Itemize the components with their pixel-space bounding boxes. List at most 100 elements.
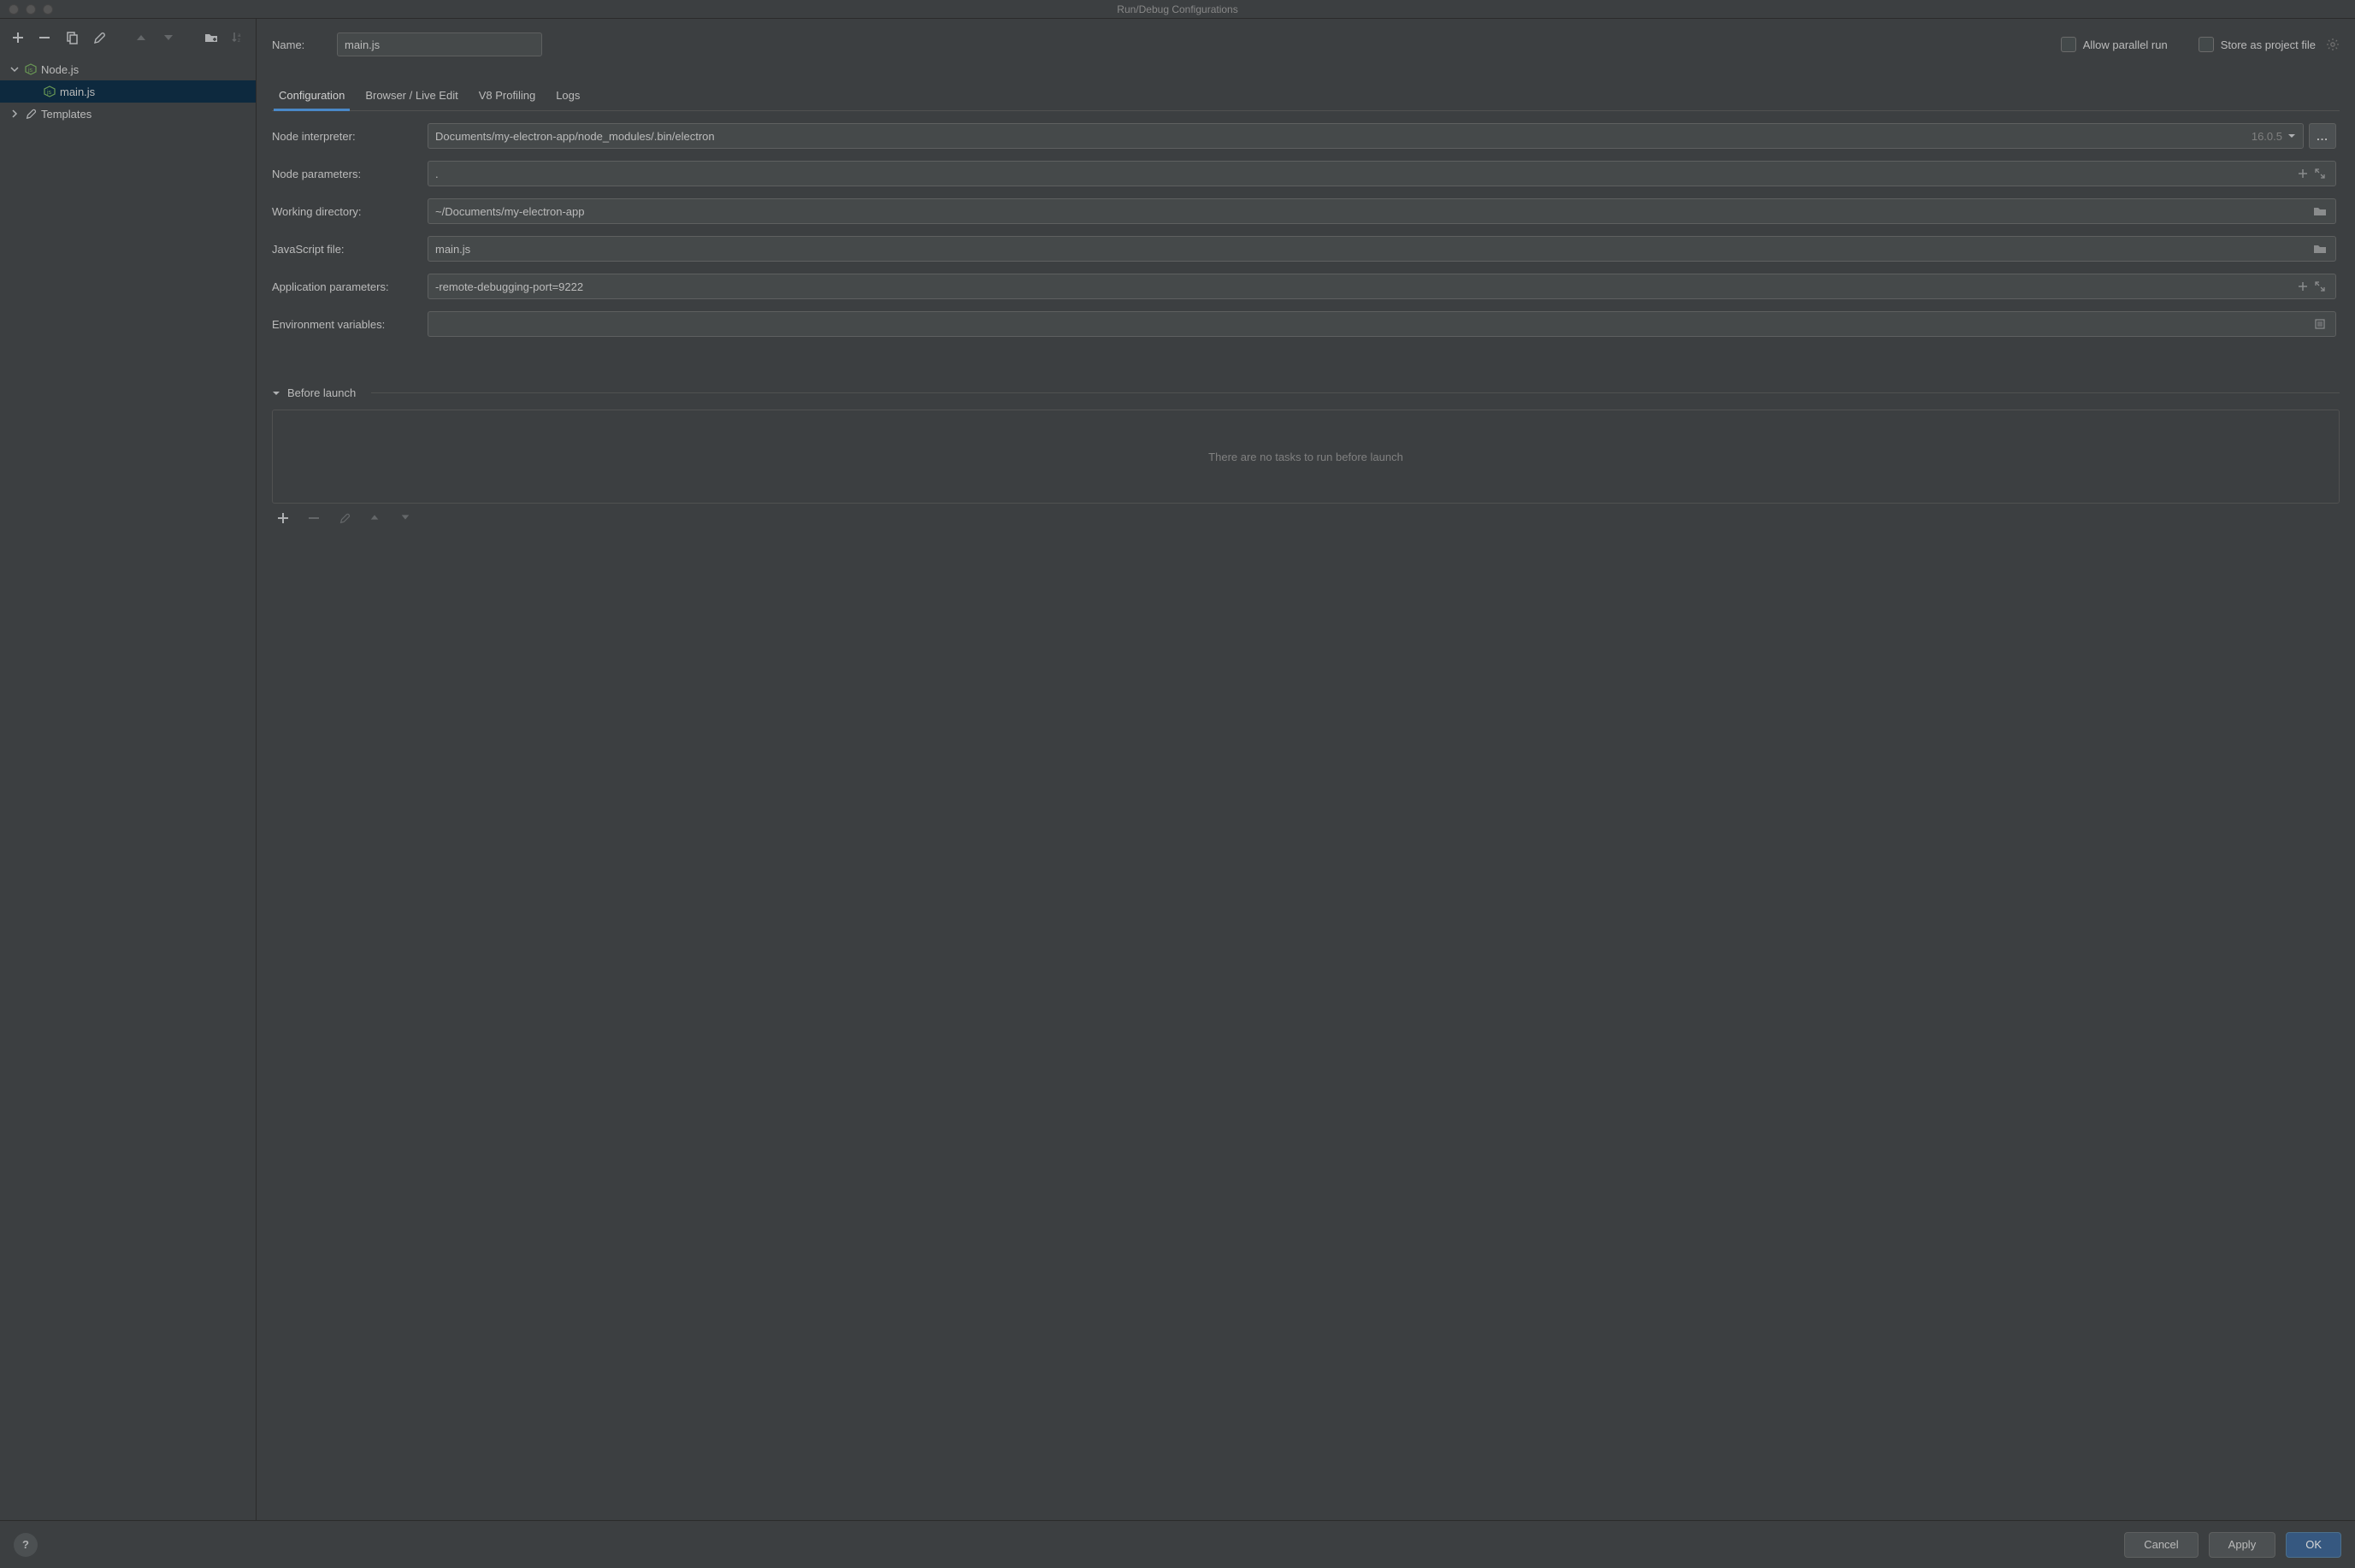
remove-configuration-button[interactable] [36,28,55,47]
working-directory-input[interactable] [435,205,2311,218]
sidebar: az js Node.js js main.js [0,19,257,1520]
before-launch-header[interactable]: Before launch [272,386,2340,399]
tree-node-label: main.js [60,85,95,98]
tab-logs[interactable]: Logs [554,84,581,110]
gear-icon[interactable] [2326,38,2340,51]
apply-button[interactable]: Apply [2209,1532,2276,1558]
tabs: Configuration Browser / Live Edit V8 Pro… [272,84,2340,111]
move-task-down-button [400,512,416,528]
environment-variables-input[interactable] [435,318,2311,331]
name-row: Name: Allow parallel run Store as projec… [272,27,2340,62]
tree-node-label: Templates [41,108,91,121]
minimize-window-icon[interactable] [26,4,36,15]
before-launch-list: There are no tasks to run before launch [272,410,2340,504]
move-down-button [159,28,178,47]
traffic-lights [0,4,53,15]
application-parameters-label: Application parameters: [272,280,417,293]
chevron-right-icon[interactable] [9,108,21,120]
node-parameters-input[interactable] [435,168,2294,180]
javascript-file-input[interactable] [435,243,2311,256]
tab-browser-live-edit[interactable]: Browser / Live Edit [363,84,459,110]
main-panel: Name: Allow parallel run Store as projec… [257,19,2355,1520]
empty-text: There are no tasks to run before launch [1208,451,1403,463]
row-working-directory: Working directory: [272,198,2336,224]
allow-parallel-run-option[interactable]: Allow parallel run [2061,37,2168,52]
ok-button[interactable]: OK [2286,1532,2341,1558]
dialog-footer: ? Cancel Apply OK [0,1520,2355,1568]
nodejs-icon: js [24,62,38,76]
before-launch-title: Before launch [287,386,356,399]
row-node-interpreter: Node interpreter: 16.0.5 ... [272,123,2336,149]
environment-variables-label: Environment variables: [272,318,417,331]
titlebar: Run/Debug Configurations [0,0,2355,19]
checkbox-icon[interactable] [2061,37,2076,52]
sidebar-toolbar: az [0,19,256,56]
name-input[interactable] [337,32,542,56]
node-parameters-field[interactable] [428,161,2336,186]
configurations-tree: js Node.js js main.js Templates [0,56,256,1520]
store-project-label: Store as project file [2221,38,2316,51]
row-javascript-file: JavaScript file: [272,236,2336,262]
separator [371,392,2340,393]
move-task-up-button [369,512,385,528]
expand-icon[interactable] [2311,168,2328,179]
chevron-down-icon[interactable] [2287,132,2296,140]
allow-parallel-label: Allow parallel run [2083,38,2168,51]
tab-v8-profiling[interactable]: V8 Profiling [477,84,537,110]
edit-templates-button[interactable] [90,28,109,47]
zoom-window-icon[interactable] [43,4,53,15]
application-parameters-field[interactable] [428,274,2336,299]
list-icon[interactable] [2311,319,2328,329]
add-macro-icon[interactable] [2294,168,2311,179]
checkbox-icon[interactable] [2199,37,2214,52]
working-directory-field[interactable] [428,198,2336,224]
cancel-button[interactable]: Cancel [2124,1532,2198,1558]
tree-node-mainjs[interactable]: js main.js [0,80,256,103]
add-task-button[interactable] [277,512,292,528]
svg-text:z: z [238,38,240,44]
before-launch-toolbar [272,512,2340,528]
tree-node-label: Node.js [41,63,79,76]
javascript-file-field[interactable] [428,236,2336,262]
node-parameters-label: Node parameters: [272,168,417,180]
expand-icon[interactable] [2311,281,2328,292]
copy-configuration-button[interactable] [62,28,81,47]
chevron-down-icon[interactable] [272,389,280,398]
application-parameters-input[interactable] [435,280,2294,293]
edit-task-button [339,512,354,528]
working-directory-label: Working directory: [272,205,417,218]
configuration-form: Node interpreter: 16.0.5 ... Node parame… [272,123,2340,337]
javascript-file-label: JavaScript file: [272,243,417,256]
tree-node-templates[interactable]: Templates [0,103,256,125]
svg-text:js: js [46,90,52,96]
chevron-down-icon[interactable] [9,63,21,75]
sort-alpha-button: az [228,28,247,47]
environment-variables-field[interactable] [428,311,2336,337]
browse-interpreter-button[interactable]: ... [2309,123,2336,149]
wrench-icon [24,107,38,121]
node-interpreter-input[interactable] [435,130,2245,143]
row-application-parameters: Application parameters: [272,274,2336,299]
remove-task-button [308,512,323,528]
node-interpreter-field[interactable]: 16.0.5 [428,123,2304,149]
tab-configuration[interactable]: Configuration [277,84,346,110]
folder-button[interactable] [202,28,221,47]
row-node-parameters: Node parameters: [272,161,2336,186]
tree-node-nodejs[interactable]: js Node.js [0,58,256,80]
help-button[interactable]: ? [14,1533,38,1557]
row-environment-variables: Environment variables: [272,311,2336,337]
folder-icon[interactable] [2311,244,2328,254]
window-title: Run/Debug Configurations [1117,3,1237,15]
name-label: Name: [272,38,322,51]
move-up-button [133,28,151,47]
add-macro-icon[interactable] [2294,281,2311,292]
add-configuration-button[interactable] [9,28,27,47]
nodejs-icon: js [43,85,56,98]
before-launch-section: Before launch There are no tasks to run … [272,386,2340,528]
svg-text:js: js [27,68,33,74]
store-project-file-option[interactable]: Store as project file [2199,37,2340,52]
node-interpreter-version: 16.0.5 [2252,130,2282,143]
close-window-icon[interactable] [9,4,19,15]
folder-icon[interactable] [2311,206,2328,216]
node-interpreter-label: Node interpreter: [272,130,417,143]
